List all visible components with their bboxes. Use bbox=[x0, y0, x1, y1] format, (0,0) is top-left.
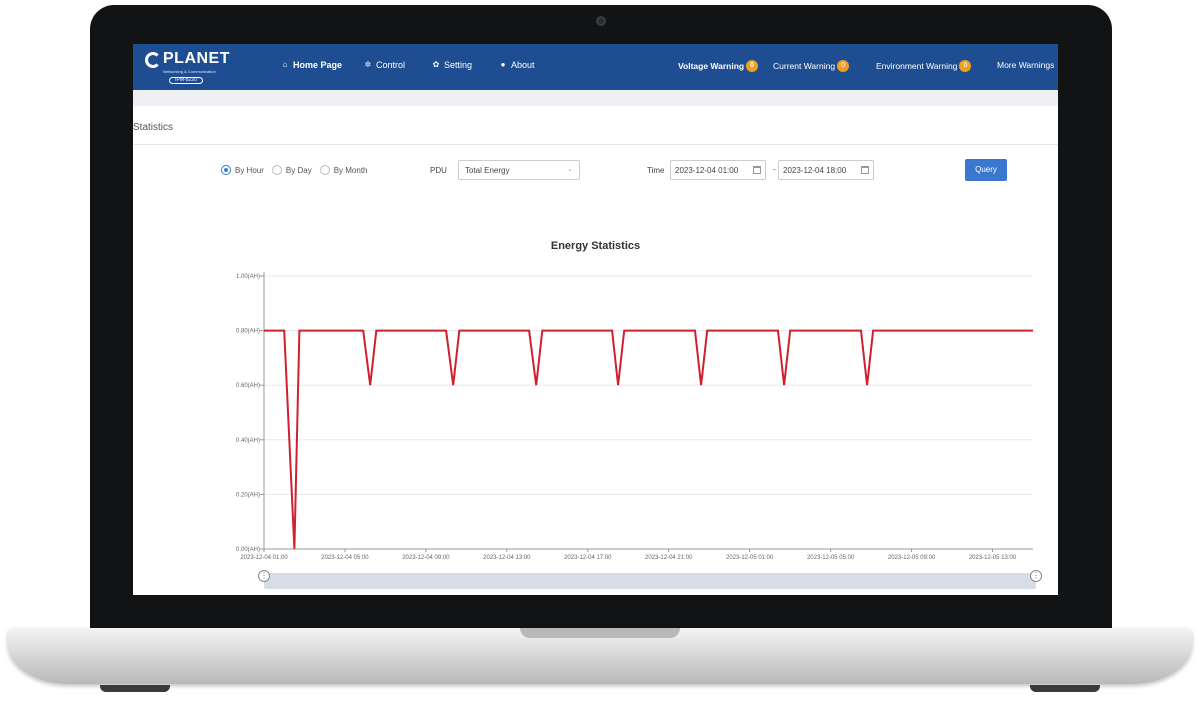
x-tick-label: 2023-12-05 01:00 bbox=[726, 555, 774, 561]
x-tick-label: 2023-12-04 21:00 bbox=[645, 555, 693, 561]
slider-handle-right[interactable]: ⋮ bbox=[1030, 570, 1042, 582]
x-tick-label: 2023-12-04 01:00 bbox=[240, 555, 288, 561]
x-tick-label: 2023-12-05 13:00 bbox=[969, 555, 1017, 561]
laptop-foot-right bbox=[1030, 685, 1100, 692]
x-tick-label: 2023-12-04 17:00 bbox=[564, 555, 612, 561]
laptop-foot-left bbox=[100, 685, 170, 692]
y-tick-label: 0.40(AH) bbox=[236, 438, 260, 444]
y-tick-label: 1.00(AH) bbox=[236, 274, 260, 280]
slider-handle-left[interactable]: ⋮ bbox=[258, 570, 270, 582]
app-screen: PLANET Networking & Communication IPM-82… bbox=[133, 44, 1058, 595]
y-tick-label: 0.80(AH) bbox=[236, 329, 260, 335]
x-tick-label: 2023-12-05 05:00 bbox=[807, 555, 855, 561]
energy-chart: 0.00(AH) 0.20(AH) 0.40(AH) 0.60(AH) 0.80(AH)… bbox=[236, 272, 1033, 561]
x-tick-label: 2023-12-04 09:00 bbox=[402, 555, 450, 561]
datazoom-slider[interactable] bbox=[264, 573, 1036, 589]
y-tick-label: 0.60(AH) bbox=[236, 383, 260, 389]
laptop-mockup: PLANET Networking & Communication IPM-82… bbox=[0, 0, 1200, 702]
y-tick-label: 0.20(AH) bbox=[236, 492, 260, 498]
x-tick-label: 2023-12-04 05:00 bbox=[321, 555, 369, 561]
laptop-notch bbox=[520, 628, 680, 638]
webcam-icon bbox=[596, 16, 606, 26]
x-tick-label: 2023-12-05 09:00 bbox=[888, 555, 936, 561]
y-tick-label: 0.00(AH) bbox=[236, 547, 260, 553]
x-tick-label: 2023-12-04 13:00 bbox=[483, 555, 531, 561]
